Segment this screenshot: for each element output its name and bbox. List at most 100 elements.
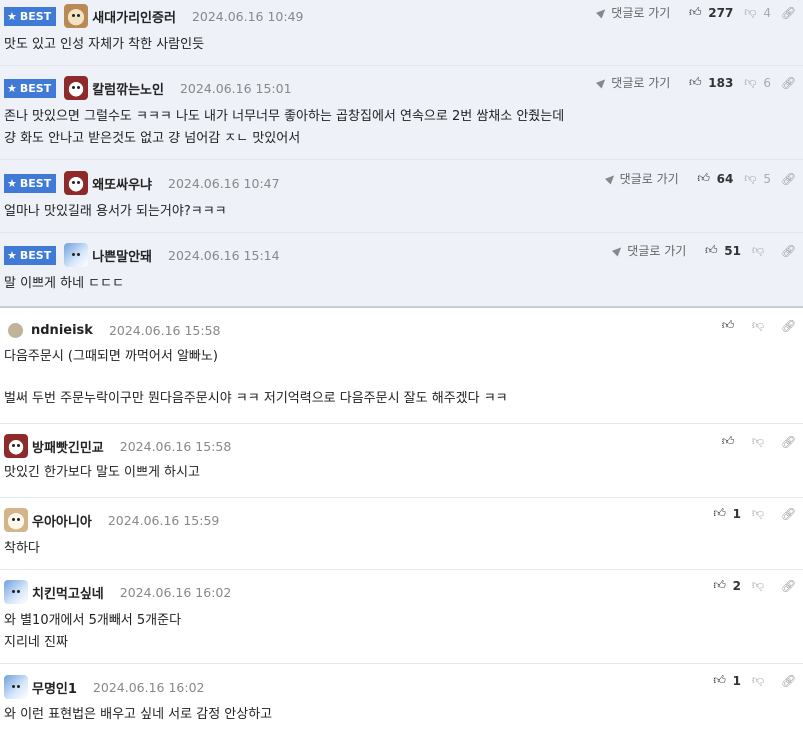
comment-body: 맛있긴 한가보다 말도 이쁘게 하시고 [4,462,795,484]
author-name[interactable]: 왜또싸우냐 [92,174,152,193]
comment-header: ★ BEST 칼럼깎는노인 2024.06.16 15:01 [4,76,292,100]
timestamp: 2024.06.16 15:58 [108,322,221,338]
comment-item: 치킨먹고싶네 2024.06.16 16:02 👍︎ 2 👎︎ 🔗︎ 와 별10개… [0,570,803,664]
dislike-count: 4 [763,5,771,20]
author-name[interactable]: 우아아니아 [32,511,92,530]
thumbs-down-icon[interactable]: 👎︎ [751,578,765,593]
best-badge: ★ BEST [4,173,57,193]
avatar[interactable] [8,322,23,338]
reply-link[interactable]: 댓글로 가기 [596,4,671,21]
reply-link[interactable]: 댓글로 가기 [612,242,687,259]
comment-header: 우아아니아 2024.06.16 15:59 [4,508,219,532]
like-count: 1 [732,673,741,688]
avatar[interactable] [4,580,28,604]
star-icon: ★ [7,81,17,95]
avatar[interactable] [4,675,28,699]
avatar[interactable] [64,171,89,195]
comment-header: 치킨먹고싶네 2024.06.16 16:02 [4,580,231,604]
link-icon[interactable]: 🔗︎ [781,172,796,186]
comment-body: 존나 맛있으면 그럴수도 ㅋㅋㅋ 나도 내가 너무너무 좋아하는 곱창집에서 연… [4,106,795,150]
link-icon[interactable]: 🔗︎ [781,507,796,521]
comment-item: 방패빳긴민교 2024.06.16 15:58 👍︎ 👎︎ 🔗︎ 맛있긴 한가보… [0,424,803,498]
comment-line: 맛도 있고 인성 자체가 착한 사람인듯 [4,37,205,52]
author-name[interactable]: 방패빳긴민교 [32,437,104,456]
link-icon[interactable]: 🔗︎ [781,319,796,333]
link-icon[interactable]: 🔗︎ [781,6,796,20]
author-name[interactable]: 무명인1 [32,678,77,697]
timestamp: 2024.06.16 15:59 [107,512,220,528]
comment-body: 와 이런 표현법은 배우고 싶네 서로 감정 안상하고 [4,704,795,726]
best-badge: ★ BEST [4,78,57,98]
thumbs-up-icon[interactable]: 👍︎ [688,75,702,90]
link-icon[interactable]: 🔗︎ [781,244,796,258]
reply-label: 댓글로 가기 [619,172,679,186]
thumbs-up-icon[interactable]: 👍︎ [713,673,727,688]
comment-actions: 👍︎ 👎︎ 🔗︎ [721,434,797,449]
comment-line: 얼마나 맛있길래 용서가 되는거야?ㅋㅋㅋ [4,204,227,219]
link-icon[interactable]: 🔗︎ [781,579,796,593]
like-count: 277 [708,5,734,20]
like-count: 183 [708,75,734,90]
star-icon: ★ [7,9,17,23]
reply-link[interactable]: 댓글로 가기 [596,74,671,91]
thumbs-down-icon[interactable]: 👎︎ [751,318,765,333]
comment-line: 와 이런 표현법은 배우고 싶네 서로 감정 안상하고 [4,707,273,722]
thumbs-down-icon[interactable]: 👎︎ [751,434,765,449]
best-label: BEST [19,248,52,262]
best-label: BEST [19,81,52,95]
thumbs-down-icon[interactable]: 👎︎ [751,506,765,521]
avatar[interactable] [4,434,28,458]
thumbs-up-icon[interactable]: 👍︎ [713,506,727,521]
send-arrow-icon [612,244,625,257]
timestamp: 2024.06.16 10:49 [191,8,304,24]
thumbs-up-icon[interactable]: 👍︎ [704,243,718,258]
thumbs-down-icon[interactable]: 👎︎ [743,171,757,186]
comment-actions: 댓글로 가기 👍︎ 51 👎︎ 🔗︎ [612,242,796,259]
thumbs-down-icon[interactable]: 👎︎ [751,673,765,688]
thumbs-up-icon[interactable]: 👍︎ [697,171,711,186]
thumbs-up-icon[interactable]: 👍︎ [688,5,702,20]
author-name[interactable]: 새대가리인증러 [92,7,176,26]
like-count: 64 [716,171,734,186]
avatar[interactable] [64,4,89,28]
comment-header: 방패빳긴민교 2024.06.16 15:58 [4,434,231,458]
timestamp: 2024.06.16 15:01 [179,80,292,96]
reply-label: 댓글로 가기 [611,6,671,20]
author-name[interactable]: 치킨먹고싶네 [32,583,104,602]
thumbs-down-icon[interactable]: 👎︎ [743,5,757,20]
thumbs-down-icon[interactable]: 👎︎ [743,75,757,90]
send-arrow-icon [596,6,609,19]
reply-label: 댓글로 가기 [627,244,687,258]
comment-actions: 댓글로 가기 👍︎ 64 👎︎ 5 🔗︎ [604,170,796,187]
author-name[interactable]: ndnieisk [31,323,93,338]
reply-label: 댓글로 가기 [611,76,671,90]
avatar[interactable] [4,508,28,532]
comment-actions: 댓글로 가기 👍︎ 277 👎︎ 4 🔗︎ [596,4,796,21]
comment-body: 말 이쁘게 하네 ㄷㄷㄷ [4,273,795,295]
link-icon[interactable]: 🔗︎ [781,674,796,688]
comment-body: 착하다 [4,538,795,560]
comment-body: 얼마나 맛있길래 용서가 되는거야?ㅋㅋㅋ [4,201,795,223]
comment-line: 착하다 [4,541,40,556]
best-badge: ★ BEST [4,6,57,26]
author-name[interactable]: 칼럼깎는노인 [92,79,164,98]
thumbs-down-icon[interactable]: 👎︎ [751,243,765,258]
author-name[interactable]: 나쁜말안돼 [92,246,152,265]
link-icon[interactable]: 🔗︎ [781,76,796,90]
best-label: BEST [19,9,52,23]
comment-line: 벌써 두번 주문누락이구만 뭔다음주문시야 ㅋㅋ 저기억력으로 다음주문시 잘도… [4,391,508,406]
comment-line [4,368,795,388]
comment-item: ★ BEST 나쁜말안돼 2024.06.16 15:14 댓글로 가기 👍︎ 51… [0,233,803,308]
comment-header: ★ BEST 왜또싸우냐 2024.06.16 10:47 [4,171,280,195]
comment-item: ★ BEST 왜또싸우냐 2024.06.16 10:47 댓글로 가기 👍︎ 64… [0,160,803,233]
thumbs-up-icon[interactable]: 👍︎ [721,434,735,449]
thumbs-up-icon[interactable]: 👍︎ [721,318,735,333]
reply-link[interactable]: 댓글로 가기 [604,170,679,187]
thumbs-up-icon[interactable]: 👍︎ [713,578,727,593]
like-count: 1 [732,506,741,521]
avatar[interactable] [64,243,89,267]
link-icon[interactable]: 🔗︎ [781,435,796,449]
like-count: 2 [732,578,741,593]
avatar[interactable] [64,76,89,100]
best-badge: ★ BEST [4,245,57,265]
